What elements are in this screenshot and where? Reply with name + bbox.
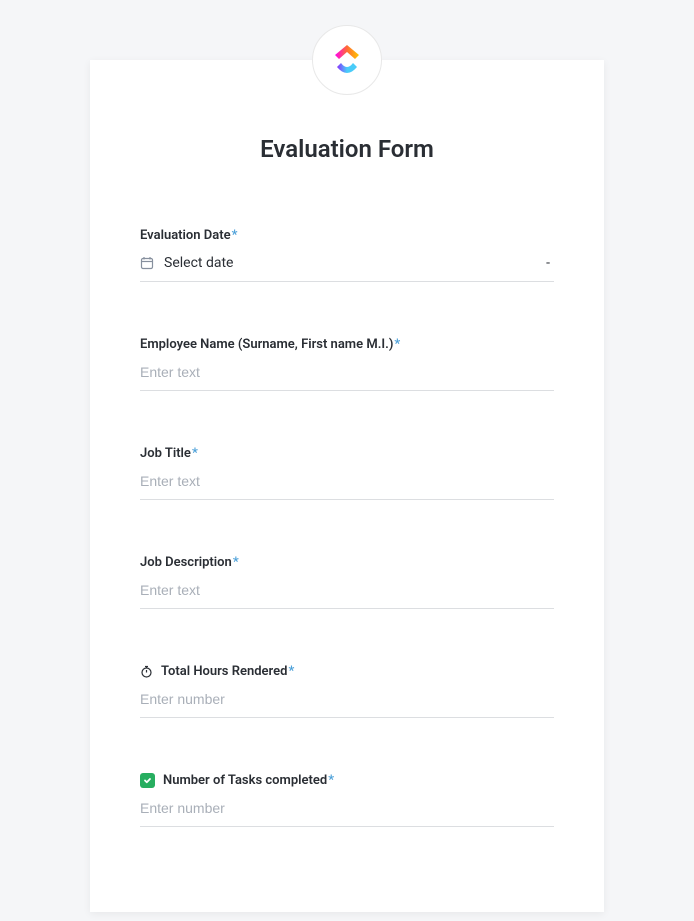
total-hours-label: Total Hours Rendered* bbox=[140, 664, 554, 679]
employee-name-label: Employee Name (Surname, First name M.I.)… bbox=[140, 337, 554, 352]
evaluation-date-label: Evaluation Date* bbox=[140, 228, 554, 243]
tasks-completed-label: Number of Tasks completed* bbox=[140, 773, 554, 788]
job-title-label: Job Title* bbox=[140, 446, 554, 461]
job-title-field: Job Title* bbox=[140, 446, 554, 500]
job-description-input[interactable] bbox=[140, 582, 554, 598]
checkbox-icon bbox=[140, 773, 155, 788]
job-description-label: Job Description* bbox=[140, 555, 554, 570]
employee-name-input[interactable] bbox=[140, 364, 554, 380]
employee-name-field: Employee Name (Surname, First name M.I.)… bbox=[140, 337, 554, 391]
evaluation-date-input[interactable]: Select date - bbox=[140, 255, 554, 282]
date-dash: - bbox=[546, 255, 554, 271]
form-card: Evaluation Form Evaluation Date* Select … bbox=[90, 60, 604, 912]
clickup-logo-icon bbox=[331, 41, 363, 79]
total-hours-field: Total Hours Rendered* bbox=[140, 664, 554, 718]
calendar-icon bbox=[140, 256, 154, 270]
form-title: Evaluation Form bbox=[140, 135, 554, 163]
tasks-completed-field: Number of Tasks completed* bbox=[140, 773, 554, 827]
logo-circle bbox=[312, 25, 382, 95]
total-hours-input[interactable] bbox=[140, 691, 554, 707]
stopwatch-icon bbox=[140, 665, 153, 678]
tasks-completed-input[interactable] bbox=[140, 800, 554, 816]
job-title-input[interactable] bbox=[140, 473, 554, 489]
date-placeholder-text: Select date bbox=[164, 255, 546, 271]
evaluation-date-field: Evaluation Date* Select date - bbox=[140, 228, 554, 282]
job-description-field: Job Description* bbox=[140, 555, 554, 609]
